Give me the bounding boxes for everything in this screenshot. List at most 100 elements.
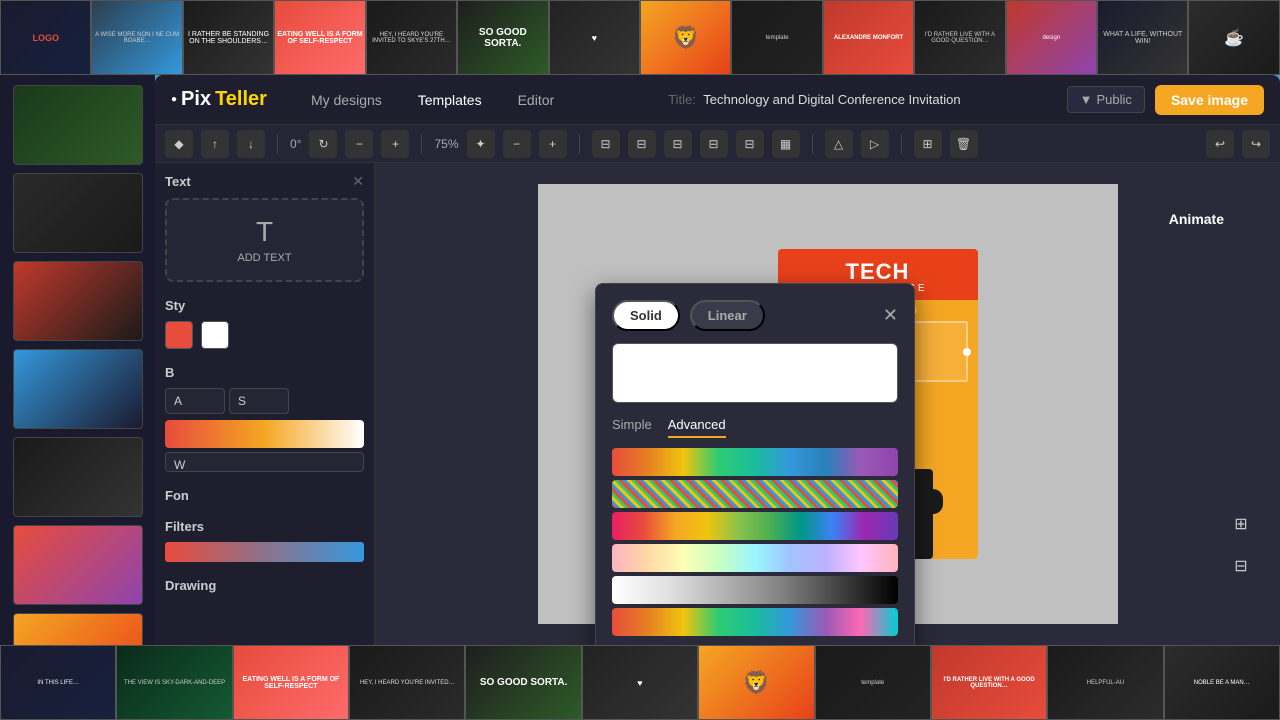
solid-tab[interactable]: Solid bbox=[612, 300, 680, 331]
simple-advanced-tabs: Simple Advanced bbox=[612, 413, 898, 438]
sep3 bbox=[579, 134, 580, 154]
left-panel: Text ✕ T ADD TEXT Sty bbox=[155, 163, 375, 645]
nav-templates[interactable]: Templates bbox=[410, 88, 490, 112]
canvas-area: Animate TECH CONFERENCE LONDON, MAY 26 bbox=[375, 163, 1280, 645]
font-label: Fon bbox=[165, 488, 189, 503]
animate-button[interactable]: Animate bbox=[1153, 203, 1240, 235]
color-picker-popup: Solid Linear ✕ Simple Advanced bbox=[595, 283, 915, 645]
font-section-title: Fon bbox=[165, 488, 364, 503]
filter-bar[interactable] bbox=[165, 542, 364, 562]
redo-btn[interactable]: ↪ bbox=[1242, 130, 1270, 158]
nav-right: ▼ Public Save image bbox=[1067, 85, 1264, 115]
palette-row-4[interactable] bbox=[612, 544, 898, 572]
sep1 bbox=[277, 134, 278, 154]
quality-btn[interactable]: ✦ bbox=[467, 130, 495, 158]
palette-container bbox=[612, 448, 898, 636]
move-down-btn[interactable]: ↓ bbox=[237, 130, 265, 158]
add-text-label: ADD TEXT bbox=[183, 252, 346, 264]
style-section: Sty bbox=[165, 298, 364, 349]
bg-strip-bottom: IN THIS LIFE… THE VIEW IS SKY-DARK-AND-D… bbox=[0, 645, 1280, 720]
expand-btn-1[interactable]: ⊞ bbox=[1222, 505, 1260, 543]
add-text-box[interactable]: T ADD TEXT bbox=[165, 198, 364, 282]
laptop-screen: ● Pix Teller My designs Templates Editor… bbox=[155, 75, 1280, 645]
linear-tab[interactable]: Linear bbox=[690, 300, 765, 331]
bg-section-title: B bbox=[165, 365, 364, 380]
logo-teller: Teller bbox=[215, 88, 267, 111]
bg-strip-top: LOGO A WISE MORE NON I NE CUM BOABE… I R… bbox=[0, 0, 1280, 75]
logo-pix: Pix bbox=[181, 88, 211, 111]
bg-label: B bbox=[165, 365, 174, 380]
save-image-button[interactable]: Save image bbox=[1155, 85, 1264, 115]
delete-btn[interactable]: 🗑 bbox=[950, 130, 978, 158]
align-bottom-btn[interactable]: ⊟ bbox=[736, 130, 764, 158]
flip-h-btn[interactable]: △ bbox=[825, 130, 853, 158]
style-label: Sty bbox=[165, 298, 185, 313]
filters-section: Filters bbox=[165, 519, 364, 562]
text-icon: T bbox=[183, 216, 346, 248]
picker-header: Solid Linear ✕ bbox=[612, 300, 898, 331]
expand-btn-2[interactable]: ⊟ bbox=[1222, 547, 1260, 585]
toolbar: ◆ ↑ ↓ 0° ↻ − + 75% ✦ − + ⊟ ⊟ ⊟ ⊟ ⊟ ▦ △ ▷… bbox=[155, 125, 1280, 163]
rotate-value: 0° bbox=[290, 137, 301, 151]
move-up-btn[interactable]: ↑ bbox=[201, 130, 229, 158]
chart-btn[interactable]: ▦ bbox=[772, 130, 800, 158]
color-preview bbox=[612, 343, 898, 403]
font-section: Fon bbox=[165, 488, 364, 503]
nav-my-designs[interactable]: My designs bbox=[303, 88, 390, 112]
filters-section-title: Filters bbox=[165, 519, 364, 534]
bg-align-input[interactable] bbox=[165, 388, 225, 414]
sep5 bbox=[901, 134, 902, 154]
text-section: Text ✕ T ADD TEXT bbox=[165, 173, 364, 282]
text-section-title: Text ✕ bbox=[165, 173, 364, 190]
add-layer-btn[interactable]: ⊞ bbox=[914, 130, 942, 158]
style-section-title: Sty bbox=[165, 298, 364, 313]
bg-size-input[interactable] bbox=[229, 388, 289, 414]
background-section: B W bbox=[165, 365, 364, 472]
minus-btn[interactable]: − bbox=[345, 130, 373, 158]
color-swatch-white[interactable] bbox=[201, 321, 229, 349]
zoom-value: 75% bbox=[434, 137, 458, 151]
logo: ● Pix Teller bbox=[171, 88, 267, 111]
handle-right[interactable] bbox=[963, 348, 971, 356]
flip-v-btn[interactable]: ▷ bbox=[861, 130, 889, 158]
gradient-preview[interactable] bbox=[165, 420, 364, 448]
expand-buttons: ⊞ ⊟ bbox=[1222, 505, 1260, 585]
zoom-out-btn[interactable]: − bbox=[503, 130, 531, 158]
palette-row-6[interactable] bbox=[612, 608, 898, 636]
rotate-btn[interactable]: ↻ bbox=[309, 130, 337, 158]
card-tech: TECH bbox=[786, 259, 970, 285]
align-center-btn[interactable]: ⊟ bbox=[628, 130, 656, 158]
dropdown-icon: ▼ bbox=[1080, 92, 1093, 107]
nav-title-label: Title: bbox=[668, 92, 696, 107]
zoom-in-btn[interactable]: + bbox=[539, 130, 567, 158]
layer-btn[interactable]: ◆ bbox=[165, 130, 193, 158]
align-left-btn[interactable]: ⊟ bbox=[592, 130, 620, 158]
sep4 bbox=[812, 134, 813, 154]
public-button[interactable]: ▼ Public bbox=[1067, 86, 1145, 113]
width-input[interactable]: W bbox=[165, 452, 364, 472]
sep2 bbox=[421, 134, 422, 154]
align-right-btn[interactable]: ⊟ bbox=[664, 130, 692, 158]
nav-title-value: Technology and Digital Conference Invita… bbox=[703, 92, 960, 107]
advanced-tab[interactable]: Advanced bbox=[668, 413, 726, 438]
palette-row-2[interactable] bbox=[612, 480, 898, 508]
simple-tab[interactable]: Simple bbox=[612, 413, 652, 438]
palette-row-3[interactable] bbox=[612, 512, 898, 540]
drawing-section: Drawing bbox=[165, 578, 364, 593]
color-swatch-red[interactable] bbox=[165, 321, 193, 349]
navbar: ● Pix Teller My designs Templates Editor… bbox=[155, 75, 1280, 125]
palette-row-1[interactable] bbox=[612, 448, 898, 476]
nav-title-area: Title: Technology and Digital Conference… bbox=[582, 92, 1046, 107]
panel-close-btn[interactable]: ✕ bbox=[352, 173, 364, 190]
drawing-label: Drawing bbox=[165, 578, 216, 593]
picker-close-btn[interactable]: ✕ bbox=[883, 305, 898, 326]
plus-btn[interactable]: + bbox=[381, 130, 409, 158]
undo-btn[interactable]: ↩ bbox=[1206, 130, 1234, 158]
palette-row-5[interactable] bbox=[612, 576, 898, 604]
filters-label: Filters bbox=[165, 519, 204, 534]
main-area: Text ✕ T ADD TEXT Sty bbox=[155, 163, 1280, 645]
left-side-strip bbox=[0, 75, 155, 645]
align-top-btn[interactable]: ⊟ bbox=[700, 130, 728, 158]
nav-editor[interactable]: Editor bbox=[510, 88, 563, 112]
drawing-section-title: Drawing bbox=[165, 578, 364, 593]
